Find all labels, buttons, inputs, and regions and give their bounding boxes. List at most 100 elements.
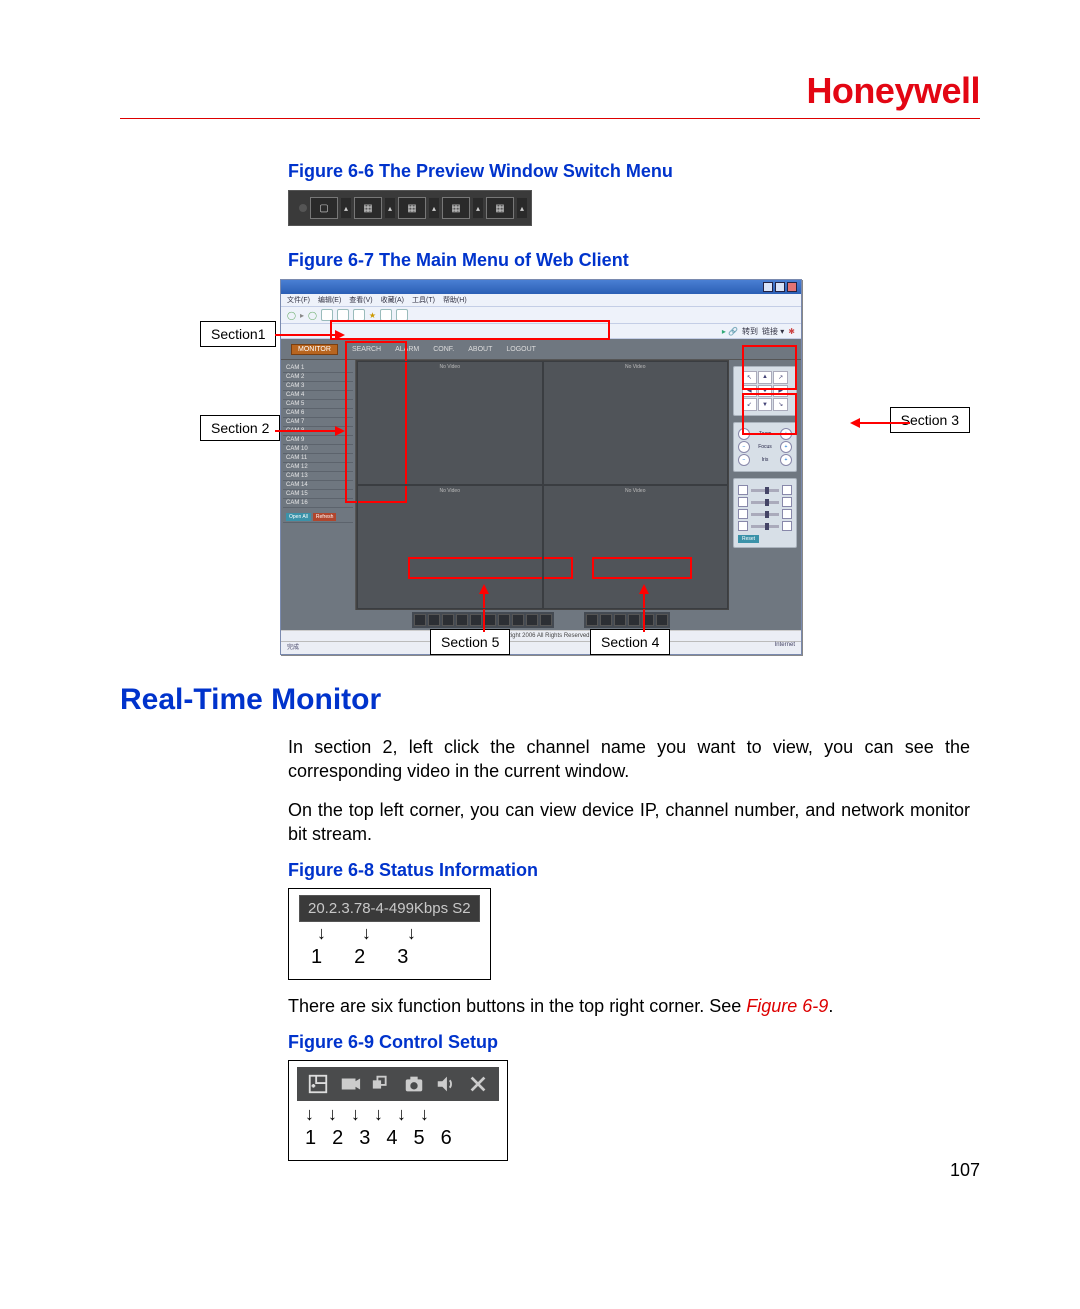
channel-item[interactable]: CAM 5 xyxy=(283,400,353,409)
channel-item[interactable]: CAM 4 xyxy=(283,391,353,400)
figure-6-7-caption: Figure 6-7 The Main Menu of Web Client xyxy=(288,250,970,271)
figure-reference: Figure 6-9 xyxy=(746,996,828,1016)
tab-monitor[interactable]: MONITOR xyxy=(291,344,338,355)
video-pane-3[interactable]: No Video xyxy=(357,485,543,609)
channel-item[interactable]: CAM 14 xyxy=(283,481,353,490)
play-btn[interactable] xyxy=(600,614,612,626)
layout-8-dropdown[interactable]: ▴ xyxy=(473,198,483,218)
paragraph-3: There are six function buttons in the to… xyxy=(288,994,970,1018)
arrow-down-icon: ↓ xyxy=(407,924,416,942)
minimize-icon[interactable] xyxy=(763,282,773,292)
channel-item[interactable]: CAM 9 xyxy=(283,436,353,445)
layout-6-icon[interactable]: ▦ xyxy=(398,197,426,219)
video-pane-2[interactable]: No Video xyxy=(543,361,729,485)
refresh-button[interactable]: Refresh xyxy=(313,513,337,521)
arrow-down-icon: ↓ xyxy=(374,1105,383,1123)
figure-6-9-caption: Figure 6-9 Control Setup xyxy=(288,1032,970,1053)
tab-conf[interactable]: CONF. xyxy=(433,346,454,353)
brightness-slider[interactable] xyxy=(751,489,779,492)
layout-btn[interactable] xyxy=(456,614,468,626)
highlight-section-3b xyxy=(742,393,797,435)
audio-icon[interactable] xyxy=(435,1073,457,1095)
layout-4-dropdown[interactable]: ▴ xyxy=(385,198,395,218)
channel-item[interactable]: CAM 6 xyxy=(283,409,353,418)
layout-btn[interactable] xyxy=(526,614,538,626)
menu-tools[interactable]: 工具(T) xyxy=(412,295,435,305)
layout-btn[interactable] xyxy=(414,614,426,626)
status-bar-sample: 20.2.3.78-4-499Kbps S2 xyxy=(299,895,480,922)
arrow-down-icon: ↓ xyxy=(397,1105,406,1123)
brightness-icon xyxy=(738,485,748,495)
layout-btn[interactable] xyxy=(498,614,510,626)
focus-out-button[interactable]: − xyxy=(738,441,750,453)
digital-zoom-icon[interactable] xyxy=(307,1073,329,1095)
layout-btn[interactable] xyxy=(512,614,524,626)
layout-8-icon[interactable]: ▦ xyxy=(442,197,470,219)
channel-item[interactable]: CAM 15 xyxy=(283,490,353,499)
hue-slider[interactable] xyxy=(751,513,779,516)
layout-1-dropdown[interactable]: ▴ xyxy=(341,198,351,218)
label-section-4: Section 4 xyxy=(590,629,670,655)
snapshot-icon[interactable] xyxy=(403,1073,425,1095)
section-heading: Real-Time Monitor xyxy=(120,683,980,717)
channel-item[interactable]: CAM 12 xyxy=(283,463,353,472)
window-titlebar xyxy=(281,280,801,294)
control-item-3: 3 xyxy=(359,1127,370,1150)
tab-about[interactable]: ABOUT xyxy=(468,346,492,353)
channel-item[interactable]: CAM 2 xyxy=(283,373,353,382)
reset-button[interactable]: Reset xyxy=(738,535,759,543)
image-adjust-panel: Reset xyxy=(733,478,797,548)
copyright-text: CopyRight 2006 All Rights Reserved xyxy=(281,630,801,641)
close-icon[interactable] xyxy=(467,1073,489,1095)
layout-9-dropdown[interactable]: ▴ xyxy=(517,198,527,218)
menu-edit[interactable]: 编辑(E) xyxy=(318,295,341,305)
arrow-down-icon: ↓ xyxy=(362,924,371,942)
menu-favorites[interactable]: 收藏(A) xyxy=(381,295,404,305)
iris-open-button[interactable]: + xyxy=(780,454,792,466)
arrow-down-icon: ↓ xyxy=(305,1105,314,1123)
local-record-icon[interactable] xyxy=(339,1073,361,1095)
layout-9-icon[interactable]: ▦ xyxy=(486,197,514,219)
focus-in-button[interactable]: + xyxy=(780,441,792,453)
channel-item[interactable]: CAM 16 xyxy=(283,499,353,508)
play-btn[interactable] xyxy=(614,614,626,626)
contrast-slider[interactable] xyxy=(751,501,779,504)
browser-menubar: 文件(F) 编辑(E) 查看(V) 收藏(A) 工具(T) 帮助(H) xyxy=(281,294,801,307)
menu-view[interactable]: 查看(V) xyxy=(349,295,372,305)
open-all-button[interactable]: Open All xyxy=(286,513,311,521)
menu-file[interactable]: 文件(F) xyxy=(287,295,310,305)
video-grid: No Video No Video No Video No Video xyxy=(356,360,729,610)
label-section-2: Section 2 xyxy=(200,415,280,441)
status-item-2: 2 xyxy=(354,946,365,969)
layout-btn[interactable] xyxy=(442,614,454,626)
layout-6-dropdown[interactable]: ▴ xyxy=(429,198,439,218)
status-item-1: 1 xyxy=(311,946,322,969)
tab-logout[interactable]: LOGOUT xyxy=(506,346,536,353)
saturation-slider[interactable] xyxy=(751,525,779,528)
video-pane-1[interactable]: No Video xyxy=(357,361,543,485)
layout-btn[interactable] xyxy=(540,614,552,626)
contrast-icon xyxy=(738,497,748,507)
iris-close-button[interactable]: − xyxy=(738,454,750,466)
channel-item[interactable]: CAM 1 xyxy=(283,364,353,373)
preview-switch-menu: ▢▴ ▦▴ ▦▴ ▦▴ ▦▴ xyxy=(288,190,532,226)
layout-1-icon[interactable]: ▢ xyxy=(310,197,338,219)
channel-item[interactable]: CAM 13 xyxy=(283,472,353,481)
multi-screen-icon[interactable] xyxy=(371,1073,393,1095)
control-item-1: 1 xyxy=(305,1127,316,1150)
channel-item[interactable]: CAM 11 xyxy=(283,454,353,463)
maximize-icon[interactable] xyxy=(775,282,785,292)
channel-item[interactable]: CAM 10 xyxy=(283,445,353,454)
playback-group xyxy=(584,612,670,628)
iris-label: Iris xyxy=(762,457,769,463)
figure-6-9: ↓ ↓ ↓ ↓ ↓ ↓ 1 2 3 4 5 6 xyxy=(288,1061,970,1161)
play-btn[interactable] xyxy=(586,614,598,626)
menu-help[interactable]: 帮助(H) xyxy=(443,295,467,305)
arrow-section-2 xyxy=(275,425,345,437)
layout-btn[interactable] xyxy=(428,614,440,626)
close-window-icon[interactable] xyxy=(787,282,797,292)
play-btn[interactable] xyxy=(656,614,668,626)
layout-4-icon[interactable]: ▦ xyxy=(354,197,382,219)
video-pane-4[interactable]: No Video xyxy=(543,485,729,609)
channel-item[interactable]: CAM 3 xyxy=(283,382,353,391)
